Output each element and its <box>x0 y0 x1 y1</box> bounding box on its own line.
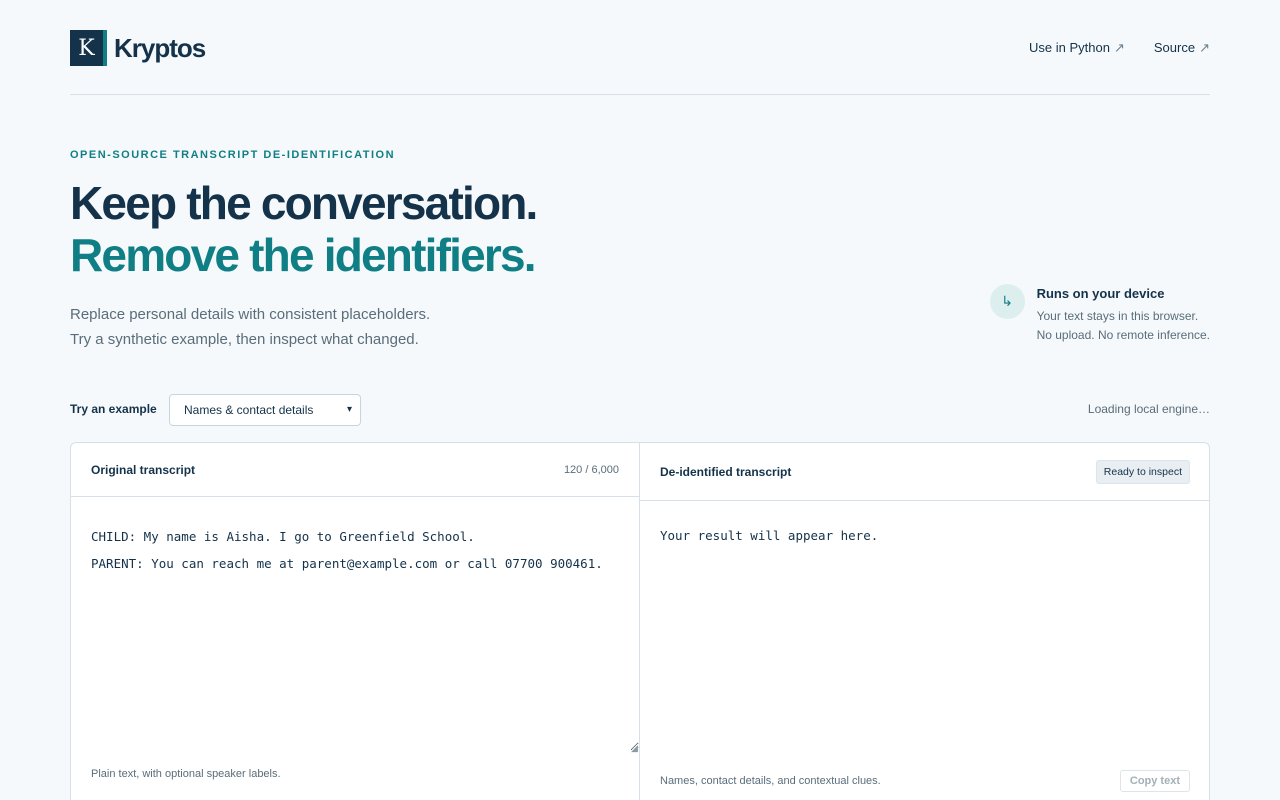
deidentified-hint: Names, contact details, and contextual c… <box>660 775 881 787</box>
title-line-1: Keep the conversation. <box>70 177 538 229</box>
original-hint: Plain text, with optional speaker labels… <box>91 768 281 780</box>
title-line-2: Remove the identifiers. <box>70 229 537 281</box>
example-row: Try an example Names & contact details ▾… <box>70 394 1210 426</box>
engine-status: Loading local engine… <box>1087 402 1210 416</box>
device-note: ↳ Runs on your device Your text stays in… <box>989 284 1210 345</box>
character-counter: 120 / 6,000 <box>563 464 619 476</box>
deidentified-panel: De-identified transcript Ready to inspec… <box>640 443 1209 800</box>
original-transcript-input[interactable]: CHILD: My name is Aisha. I go to Greenfi… <box>71 497 639 751</box>
logo-mark: K <box>70 30 107 66</box>
eyebrow-text: OPEN-SOURCE TRANSCRIPT DE-IDENTIFICATION <box>70 149 396 161</box>
device-note-desc: Your text stays in this browser. No uplo… <box>1037 307 1210 345</box>
original-panel-header: Original transcript 120 / 6,000 <box>71 443 639 497</box>
use-in-python-label: Use in Python <box>1029 40 1110 55</box>
device-note-title: Runs on your device <box>1036 286 1165 301</box>
deidentified-output: Your result will appear here. <box>660 528 879 543</box>
original-panel-title: Original transcript <box>91 463 196 477</box>
use-in-python-link[interactable]: Use in Python ↗ <box>1029 40 1125 56</box>
subtitle-line-1: Replace personal details with consistent… <box>70 306 431 323</box>
hero-subtitle: Replace personal details with consistent… <box>70 302 430 352</box>
resize-handle-icon[interactable]: ◢ <box>631 743 638 754</box>
copy-text-button[interactable]: Copy text <box>1119 770 1190 792</box>
source-label: Source <box>1153 40 1196 55</box>
source-link[interactable]: Source ↗ <box>1154 40 1210 56</box>
arrow-return-icon: ↳ <box>989 284 1025 319</box>
page-title: Keep the conversation. Remove the identi… <box>70 177 538 281</box>
deidentified-panel-header: De-identified transcript Ready to inspec… <box>640 443 1209 501</box>
external-link-icon: ↗ <box>1199 40 1210 55</box>
device-note-line-1: Your text stays in this browser. <box>1036 309 1199 323</box>
device-note-line-2: No upload. No remote inference. <box>1036 328 1210 342</box>
brand-name: Kryptos <box>114 32 206 63</box>
chevron-down-icon: ▾ <box>346 404 352 415</box>
status-badge: Ready to inspect <box>1095 460 1190 484</box>
example-selected-value: Names & contact details <box>184 403 314 417</box>
external-link-icon: ↗ <box>1113 40 1125 55</box>
original-panel: Original transcript 120 / 6,000 CHILD: M… <box>71 443 640 800</box>
example-select[interactable]: Names & contact details ▾ <box>169 394 361 426</box>
example-label: Try an example <box>70 402 157 416</box>
deidentified-panel-title: De-identified transcript <box>660 465 792 479</box>
subtitle-line-2: Try a synthetic example, then inspect wh… <box>70 331 419 348</box>
transcript-panels: Original transcript 120 / 6,000 CHILD: M… <box>70 442 1210 800</box>
top-nav: Use in Python ↗ Source ↗ <box>1029 40 1210 56</box>
site-header: K Kryptos Use in Python ↗ Source ↗ <box>70 0 1210 95</box>
logo[interactable]: K Kryptos <box>70 30 206 66</box>
